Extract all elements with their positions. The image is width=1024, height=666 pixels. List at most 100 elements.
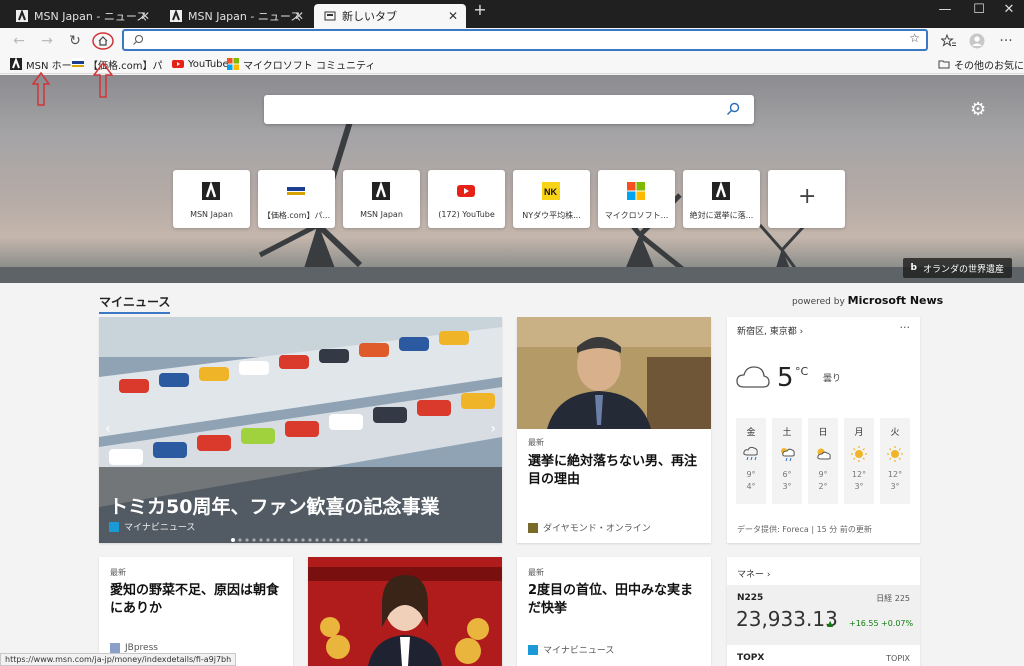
index-value: 23,933.13 [736, 607, 838, 631]
bookmark-msn-home[interactable]: MSN ホーム [10, 56, 81, 72]
day-high: 9° [746, 470, 756, 479]
msn-icon [372, 182, 390, 200]
top-site-tile[interactable]: MSN Japan [343, 170, 420, 228]
maximize-button[interactable]: ☐ [962, 0, 996, 28]
microsoft-icon [627, 182, 645, 200]
web-search-input[interactable] [274, 102, 714, 116]
powered-by-label: powered by [792, 297, 845, 307]
weather-card[interactable]: 新宿区, 東京都 › ··· 5 °C 曇り 金 9° 4° 土 6° 3° 日 9… [727, 317, 920, 543]
tab-msn-2[interactable]: MSN Japan - ニュース, 天気, メール ✕ [160, 4, 312, 28]
weather-footer: データ提供: Foreca | 15 分 前の更新 [737, 525, 872, 534]
search-icon[interactable] [726, 102, 740, 116]
carousel-prev-icon[interactable]: ‹ [105, 421, 111, 437]
background-hero: ⚙ MSN Japan 【価格.com】パ... MSN Japan (172)… [0, 75, 1024, 283]
nikkei-icon: NK [542, 182, 560, 200]
index-symbol: N225 [737, 593, 764, 603]
web-search-box[interactable] [264, 95, 754, 124]
more-menu-button[interactable]: ··· [995, 30, 1017, 52]
sun-icon [851, 446, 867, 462]
money-header[interactable]: マネー › [737, 567, 770, 580]
source-logo-icon [109, 521, 119, 532]
home-button[interactable] [92, 30, 114, 52]
top-site-tile[interactable]: MSN Japan [173, 170, 250, 228]
more-options-icon[interactable]: ··· [900, 321, 911, 334]
bookmark-label: YouTube [188, 58, 229, 70]
refresh-button[interactable]: ↻ [64, 30, 86, 52]
favorite-star-icon[interactable]: ☆ [909, 31, 920, 45]
back-button[interactable]: ← [8, 30, 30, 52]
bookmark-youtube[interactable]: YouTube [172, 56, 229, 72]
msn-icon [202, 182, 220, 200]
story-source: JBpress [110, 643, 158, 653]
msn-icon [170, 10, 182, 22]
day-name: 月 [854, 428, 864, 438]
forecast-day[interactable]: 日 9° 2° [808, 418, 838, 504]
top-site-tile[interactable]: マイクロソフト... [598, 170, 675, 228]
day-name: 金 [746, 428, 756, 438]
index-row[interactable]: N225 日経 225 23,933.13 ▲ +16.55 +0.07% [727, 585, 920, 645]
day-high: 12° [851, 470, 867, 479]
day-low: 4° [746, 482, 756, 491]
forecast-day[interactable]: 土 6° 3° [772, 418, 802, 504]
close-tab-icon[interactable]: ✕ [294, 9, 304, 23]
top-site-tile[interactable]: 【価格.com】パ... [258, 170, 335, 228]
day-name: 土 [782, 428, 792, 438]
carousel-next-icon[interactable]: › [490, 421, 496, 437]
image-credit-button[interactable]: b オランダの世界遺産 [902, 258, 1012, 278]
svg-text:NK: NK [544, 187, 557, 197]
kakaku-icon [287, 182, 305, 200]
forecast-day[interactable]: 火 12° 3° [880, 418, 910, 504]
money-card[interactable]: マネー › N225 日経 225 23,933.13 ▲ +16.55 +0.… [727, 557, 920, 666]
close-tab-icon[interactable]: ✕ [140, 9, 150, 23]
address-input[interactable] [152, 33, 892, 47]
story-card[interactable]: 最新 2度目の首位、田中みな実まだ快挙 マイナビニュース [517, 557, 711, 666]
forecast-day[interactable]: 金 9° 4° [736, 418, 766, 504]
story-card[interactable]: 最新 選挙に絶対落ちない男、再注目の理由 ダイヤモンド・オンライン [517, 317, 711, 543]
story-card[interactable]: 最新 愛知の野菜不足、原因は朝食にありか JBpress [99, 557, 293, 666]
story-headline[interactable]: 選挙に絶対落ちない男、再注目の理由 [528, 453, 704, 489]
favorites-button[interactable] [938, 30, 960, 52]
story-headline[interactable]: 愛知の野菜不足、原因は朝食にありか [110, 582, 286, 618]
carousel-dots-icon [231, 538, 368, 542]
avatar-icon [969, 33, 985, 49]
forward-button[interactable]: → [36, 30, 58, 52]
day-low: 3° [854, 482, 864, 491]
photo-story-card[interactable] [308, 557, 502, 666]
weather-location[interactable]: 新宿区, 東京都 › [737, 324, 803, 337]
my-news-tab[interactable]: マイニュース [99, 293, 171, 314]
tile-label: MSN Japan [190, 210, 233, 219]
source-label: マイナビニュース [543, 646, 615, 656]
story-headline[interactable]: 2度目の首位、田中みな実まだ快挙 [528, 582, 704, 618]
bookmark-kakaku[interactable]: 【価格.com】パソコン... [72, 56, 164, 72]
actress-photo [308, 557, 502, 666]
minimize-button[interactable]: — [928, 0, 962, 28]
index-symbol[interactable]: TOPX [737, 653, 764, 663]
other-favorites[interactable]: その他のお気に入り [938, 56, 1024, 72]
forecast-day[interactable]: 月 12° 3° [844, 418, 874, 504]
tab-new-tab[interactable]: 新しいタブ ✕ [314, 4, 466, 28]
cloudy-icon [736, 366, 770, 388]
temp-unit[interactable]: °C [795, 365, 808, 378]
page-settings-gear-icon[interactable]: ⚙ [970, 99, 986, 120]
story-tag: 最新 [528, 568, 544, 577]
folder-icon [938, 60, 950, 69]
top-site-tile[interactable]: (172) YouTube [428, 170, 505, 228]
partly-sunny-rain-icon [781, 448, 795, 462]
close-window-button[interactable]: ✕ [992, 0, 1024, 28]
profile-button[interactable] [966, 30, 988, 52]
top-site-tile[interactable]: NK NYダウ平均株... [513, 170, 590, 228]
main-story-headline[interactable]: トミカ50周年、ファン歓喜の記念事業 [109, 492, 439, 519]
story-source: ダイヤモンド・オンライン [528, 521, 651, 534]
source-label: マイナビニュース [124, 523, 196, 533]
day-name: 日 [818, 428, 828, 438]
carousel-dots[interactable] [231, 531, 371, 542]
close-tab-icon[interactable]: ✕ [448, 9, 458, 23]
add-site-tile[interactable]: + [768, 170, 845, 228]
top-site-tile[interactable]: 絶対に選挙に落... [683, 170, 760, 228]
bookmark-microsoft-community[interactable]: マイクロソフト コミュニティ [227, 56, 375, 72]
main-story-card[interactable]: ‹ › トミカ50周年、ファン歓喜の記念事業 マイナビニュース [99, 317, 502, 543]
tab-title: MSN Japan - ニュース, 天気, メール [34, 10, 146, 23]
tab-msn-1[interactable]: MSN Japan - ニュース, 天気, メール ✕ [6, 4, 158, 28]
address-bar[interactable]: ☆ [122, 29, 928, 51]
new-tab-button[interactable]: + [470, 0, 490, 28]
